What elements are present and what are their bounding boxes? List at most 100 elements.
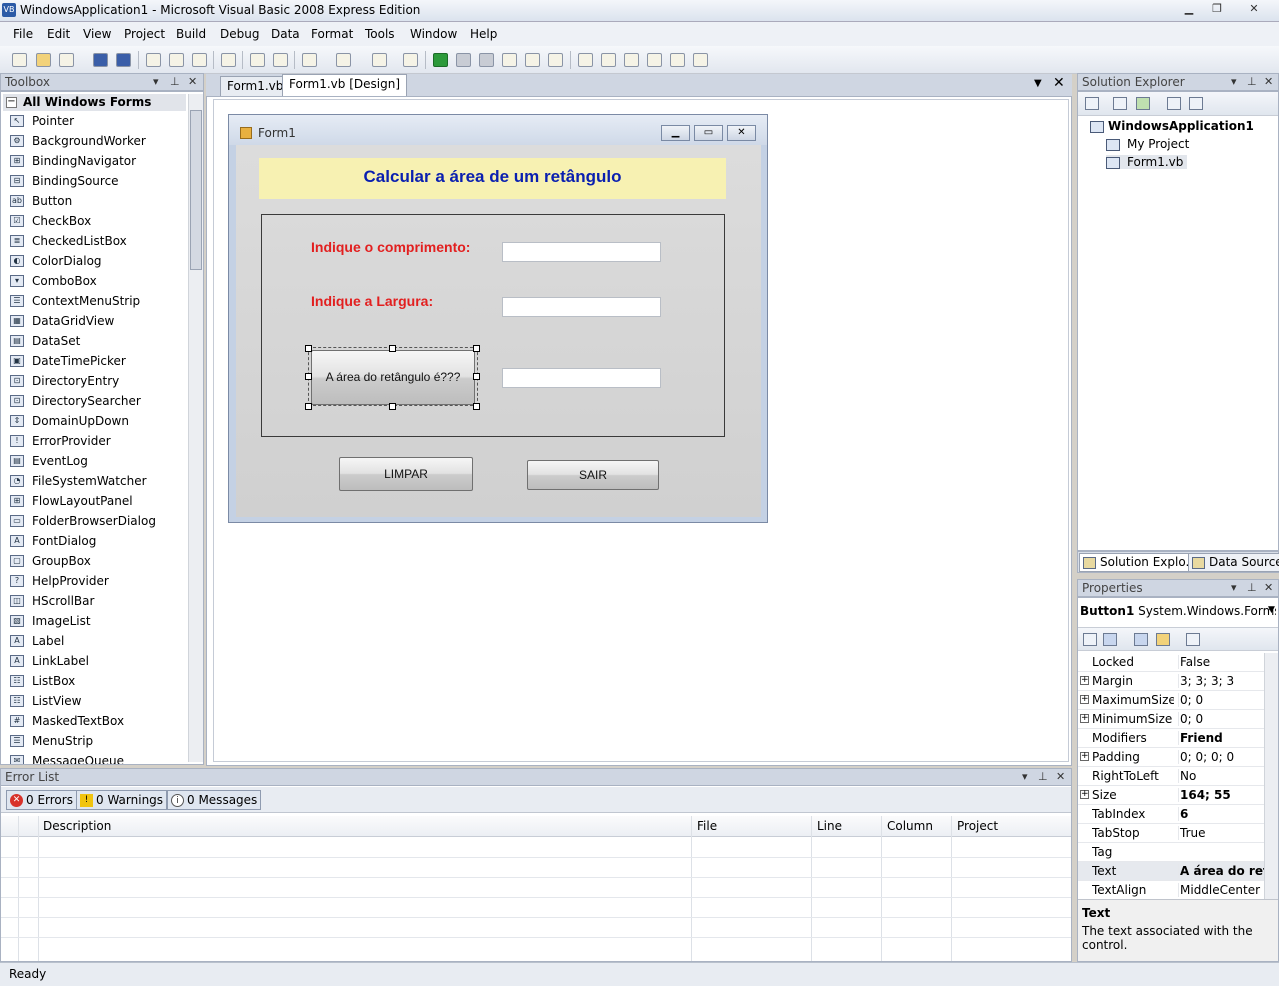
maximize-button[interactable]: ❐ [1203,1,1231,19]
tab-form1-code[interactable]: Form1.vb [220,76,291,96]
toolbox-item-filesystemwatcher[interactable]: ◔ FileSystemWatcher [1,471,187,491]
property-row-margin[interactable]: + Margin 3; 3; 3; 3 [1078,672,1264,691]
close-panel-icon[interactable]: ✕ [1056,770,1065,783]
exit-button[interactable]: SAIR [527,460,659,490]
toolbox-item-dataset[interactable]: ▤ DataSet [1,331,187,351]
window-position-icon[interactable]: ▾ [1231,75,1237,88]
resize-handle[interactable] [305,345,312,352]
auto-hide-pin-icon[interactable]: ⊥ [1247,581,1257,594]
toolbox-item-bindingnavigator[interactable]: ⊞ BindingNavigator [1,151,187,171]
save-icon[interactable] [93,53,108,67]
alphabetical-icon[interactable] [1103,633,1117,646]
navigate-forward-icon[interactable] [403,53,418,67]
property-row-locked[interactable]: Locked False [1078,653,1264,672]
area-result-textbox[interactable] [502,368,661,388]
menu-view[interactable]: View [83,27,111,41]
property-value[interactable]: 0; 0 [1178,693,1264,707]
toolbox-item-messagequeue[interactable]: ✉ MessageQueue [1,751,187,764]
view-code-icon[interactable] [1167,97,1181,110]
object-browser-icon[interactable] [624,53,639,67]
toolbox-item-imagelist[interactable]: ▧ ImageList [1,611,187,631]
toolbox-item-flowlayoutpanel[interactable]: ⊞ FlowLayoutPanel [1,491,187,511]
toolbox-item-folderbrowserdialog[interactable]: ▭ FolderBrowserDialog [1,511,187,531]
start-debugging-icon[interactable] [433,53,448,67]
menu-help[interactable]: Help [470,27,497,41]
error-list-icon[interactable] [670,53,685,67]
property-value[interactable]: True [1178,826,1264,840]
expand-icon[interactable]: + [1080,695,1089,704]
properties-scrollbar[interactable] [1264,653,1278,899]
tree-form1-vb[interactable]: Form1.vb [1106,155,1188,169]
tab-solution-explorer[interactable]: Solution Explo... [1079,553,1201,572]
chevron-down-icon[interactable]: ▼ [1268,605,1275,615]
toolbox-item-errorprovider[interactable]: ! ErrorProvider [1,431,187,451]
navigate-backward-icon[interactable] [372,53,387,67]
toolbox-item-label[interactable]: A Label [1,631,187,651]
resize-handle[interactable] [389,345,396,352]
width-textbox[interactable] [502,297,661,317]
property-value[interactable]: 164; 55 [1178,788,1264,802]
window-position-icon[interactable]: ▾ [153,75,159,88]
toolbox-item-domainupdown[interactable]: ⇕ DomainUpDown [1,411,187,431]
toolbox-item-pointer[interactable]: ↖ Pointer [1,111,187,131]
close-document-icon[interactable]: ✕ [1053,75,1065,91]
menu-tools[interactable]: Tools [365,27,395,41]
tree-solution-node[interactable]: WindowsApplication1 [1090,119,1254,133]
resize-handle[interactable] [473,403,480,410]
tree-my-project[interactable]: My Project [1106,137,1189,151]
toolbox-item-maskedtextbox[interactable]: # MaskedTextBox [1,711,187,731]
cut-icon[interactable] [146,53,161,67]
collapse-icon[interactable]: − [6,97,17,108]
column-project[interactable]: Project [957,819,998,833]
property-row-text[interactable]: Text A área do retân [1078,862,1264,881]
toolbox-item-menustrip[interactable]: ☰ MenuStrip [1,731,187,751]
toolbox-item-listview[interactable]: ☷ ListView [1,691,187,711]
toolbox-item-directoryentry[interactable]: ⊡ DirectoryEntry [1,371,187,391]
property-value[interactable]: 0; 0; 0; 0 [1178,750,1264,764]
property-value[interactable]: 3; 3; 3; 3 [1178,674,1264,688]
copy-icon[interactable] [169,53,184,67]
toolbox-item-bindingsource[interactable]: ⊟ BindingSource [1,171,187,191]
minimize-button[interactable]: ▁ [1175,1,1203,19]
property-row-modifiers[interactable]: Modifiers Friend [1078,729,1264,748]
expand-icon[interactable]: + [1080,790,1089,799]
toolbox-item-hscrollbar[interactable]: ◫ HScrollBar [1,591,187,611]
close-button[interactable]: ✕ [1240,1,1268,19]
toolbox-item-datagridview[interactable]: ▦ DataGridView [1,311,187,331]
menu-file[interactable]: File [13,27,33,41]
property-pages-icon[interactable] [1186,633,1200,646]
resize-handle[interactable] [389,403,396,410]
menu-build[interactable]: Build [176,27,206,41]
toolbox-item-backgroundworker[interactable]: ⚙ BackgroundWorker [1,131,187,151]
comment-icon[interactable] [250,53,265,67]
tab-data-sources[interactable]: Data Sources [1188,553,1279,572]
toolbox-item-helpprovider[interactable]: ? HelpProvider [1,571,187,591]
toolbox-item-button[interactable]: ab Button [1,191,187,211]
show-all-files-icon[interactable] [1113,97,1127,110]
toolbox-icon[interactable] [647,53,662,67]
toolbox-item-listbox[interactable]: ☷ ListBox [1,671,187,691]
close-panel-icon[interactable]: ✕ [1264,581,1273,594]
step-over-icon[interactable] [525,53,540,67]
redo-icon[interactable] [336,53,351,67]
heading-label[interactable]: Calcular a área de um retângulo [259,158,726,199]
auto-hide-pin-icon[interactable]: ⊥ [1038,770,1048,783]
property-value[interactable]: A área do retân [1178,864,1264,878]
column-line[interactable]: Line [817,819,842,833]
property-value[interactable]: MiddleCenter [1178,883,1264,897]
start-page-icon[interactable] [693,53,708,67]
auto-hide-pin-icon[interactable]: ⊥ [1247,75,1257,88]
window-position-icon[interactable]: ▾ [1231,581,1237,594]
toolbox-item-combobox[interactable]: ▾ ComboBox [1,271,187,291]
tab-form1-design[interactable]: Form1.vb [Design] [282,74,408,96]
property-row-size[interactable]: + Size 164; 55 [1078,786,1264,805]
toolbox-item-fontdialog[interactable]: A FontDialog [1,531,187,551]
find-icon[interactable] [221,53,236,67]
undo-icon[interactable] [302,53,317,67]
toolbox-group-header[interactable]: − All Windows Forms [3,94,186,111]
toolbox-item-directorysearcher[interactable]: ⊡ DirectorySearcher [1,391,187,411]
add-item-icon[interactable] [59,53,74,67]
property-value[interactable]: Friend [1178,731,1264,745]
step-out-icon[interactable] [548,53,563,67]
resize-handle[interactable] [473,373,480,380]
